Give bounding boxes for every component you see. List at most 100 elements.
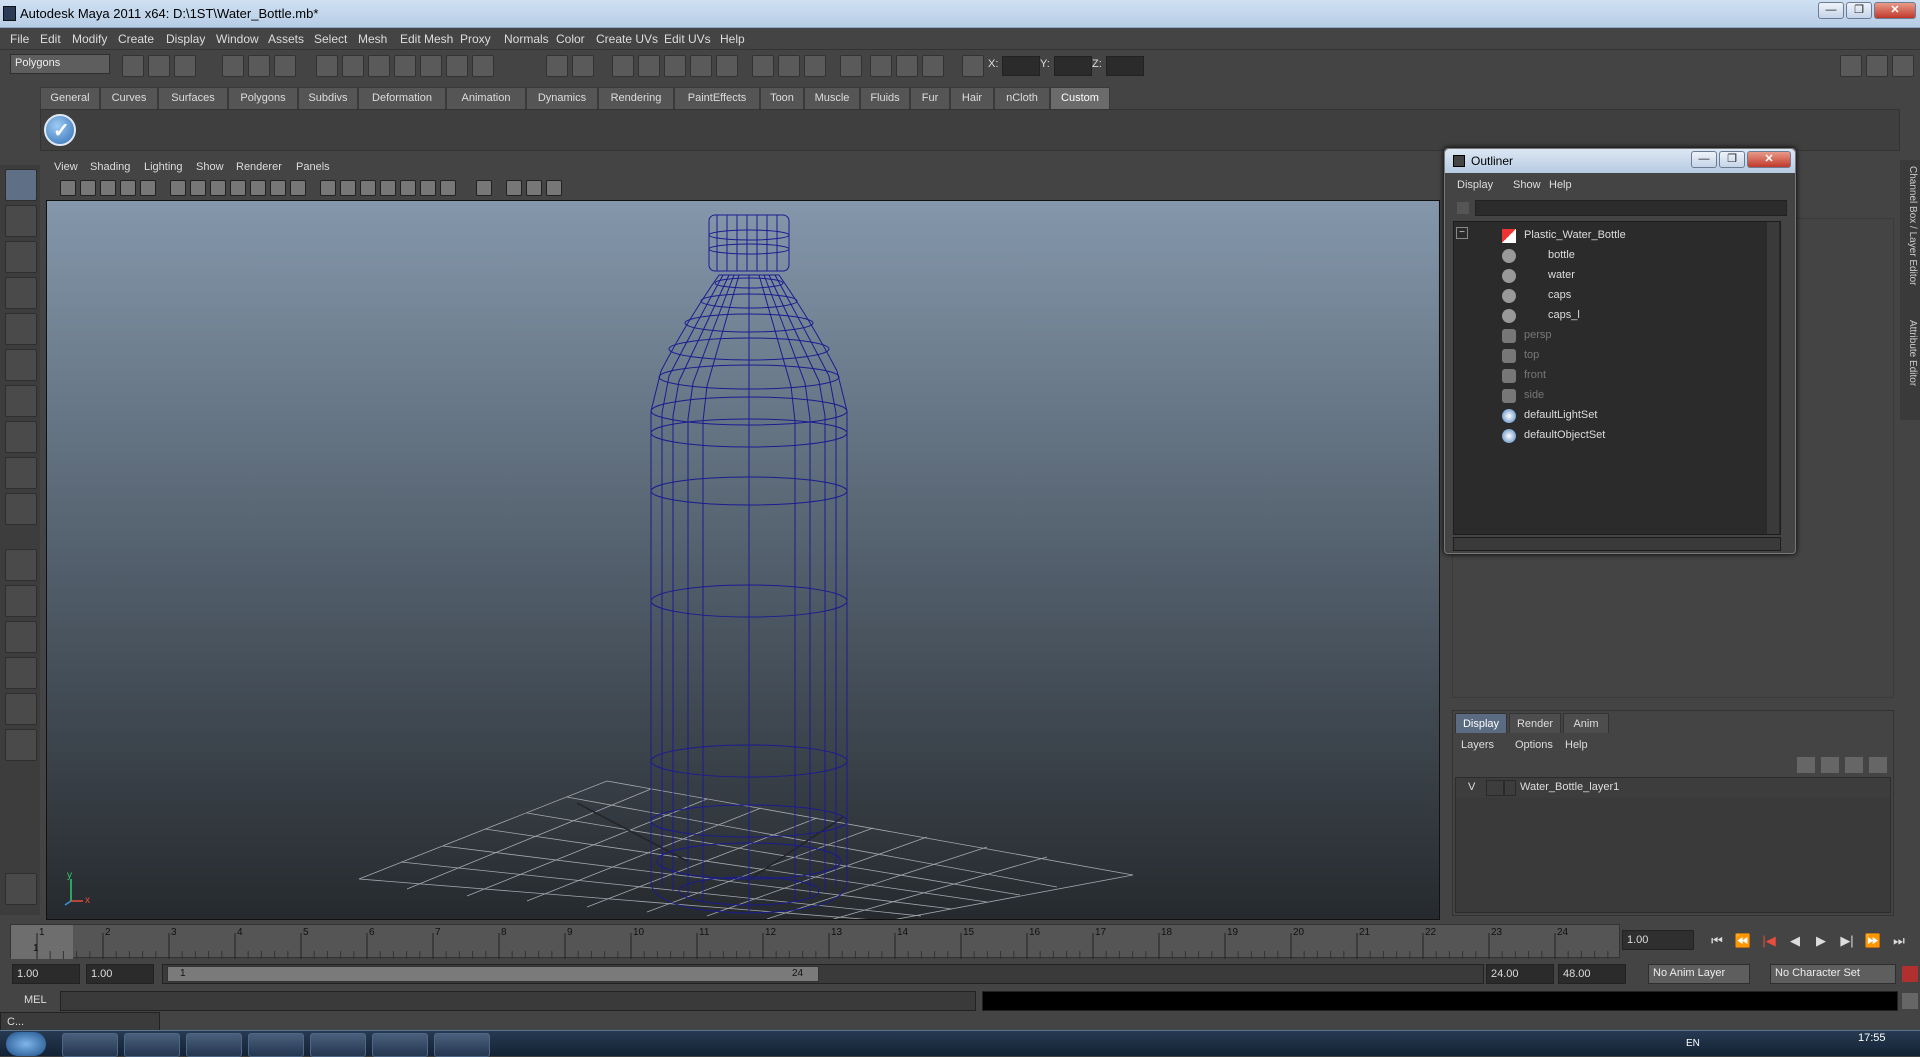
outliner-item[interactable]: side: [1454, 386, 1764, 406]
layer-menu-options[interactable]: Options: [1515, 739, 1553, 751]
resolution-gate-icon[interactable]: [210, 180, 226, 196]
select-tool-icon[interactable]: [5, 169, 37, 201]
shelf-tab-ncloth[interactable]: nCloth: [994, 87, 1050, 109]
shadows-icon[interactable]: [420, 180, 436, 196]
rotate-tool-icon[interactable]: [5, 313, 37, 345]
outliner-menu-show[interactable]: Show: [1513, 179, 1541, 191]
taskbar-lang[interactable]: EN: [1686, 1038, 1700, 1049]
camera-select-icon[interactable]: [60, 180, 76, 196]
layer-up-icon[interactable]: [1797, 757, 1815, 773]
menu-mesh[interactable]: Mesh: [358, 32, 387, 46]
shelf-tab-general[interactable]: General: [40, 87, 100, 109]
menu-help[interactable]: Help: [720, 32, 745, 46]
safe-action-icon[interactable]: [270, 180, 286, 196]
render-icon[interactable]: [612, 55, 634, 77]
outliner-item[interactable]: persp: [1454, 326, 1764, 346]
use-all-lights-icon[interactable]: [400, 180, 416, 196]
step-back-frame-icon[interactable]: |◀: [1760, 932, 1778, 950]
shelf-tab-fur[interactable]: Fur: [910, 87, 950, 109]
taskbar-explorer-icon[interactable]: [310, 1033, 366, 1057]
outliner-filter-field[interactable]: [1475, 200, 1787, 216]
perspective-viewport[interactable]: y x: [46, 200, 1440, 920]
single-perspective-layout-icon[interactable]: [5, 549, 37, 581]
shelf-tab-hair[interactable]: Hair: [950, 87, 994, 109]
menu-modify[interactable]: Modify: [72, 32, 107, 46]
outliner-item[interactable]: − Plastic_Water_Bottle: [1454, 226, 1764, 246]
outliner-item[interactable]: front: [1454, 366, 1764, 386]
snapshot-icon[interactable]: [840, 55, 862, 77]
menu-assets[interactable]: Assets: [268, 32, 304, 46]
backface-icon[interactable]: [546, 180, 562, 196]
menu-edit-mesh[interactable]: Edit Mesh: [400, 32, 453, 46]
shelf-tab-rendering[interactable]: Rendering: [598, 87, 674, 109]
layer-tab-display[interactable]: Display: [1455, 713, 1507, 733]
close-button[interactable]: ✕: [1874, 2, 1916, 19]
range-end-field[interactable]: 24.00: [1486, 964, 1554, 984]
step-forward-key-icon[interactable]: ⏩: [1864, 932, 1882, 950]
shelf-tab-dynamics[interactable]: Dynamics: [526, 87, 598, 109]
lasso-tool-icon[interactable]: [5, 205, 37, 237]
range-start-field[interactable]: 1.00: [86, 964, 154, 984]
panel-menu-panels[interactable]: Panels: [296, 161, 330, 173]
outliner-item[interactable]: caps: [1454, 286, 1764, 306]
scene-end-field[interactable]: 48.00: [1558, 964, 1626, 984]
xray-icon[interactable]: [506, 180, 522, 196]
render-view-icon[interactable]: [716, 55, 738, 77]
collapse-toggle[interactable]: −: [1456, 227, 1468, 239]
z-field[interactable]: [1106, 56, 1144, 76]
outliner-hscrollbar[interactable]: [1453, 537, 1781, 551]
minimize-button[interactable]: —: [1818, 2, 1844, 19]
lock-icon[interactable]: [546, 55, 568, 77]
new-layer-selected-icon[interactable]: [1869, 757, 1887, 773]
outliner-item[interactable]: defaultObjectSet: [1454, 426, 1764, 446]
start-button[interactable]: [6, 1032, 46, 1056]
character-set-dropdown[interactable]: No Character Set: [1770, 964, 1896, 984]
snap-live-icon[interactable]: [420, 55, 442, 77]
hypershade-layout-icon[interactable]: [5, 693, 37, 725]
menu-file[interactable]: File: [10, 32, 29, 46]
snap-grid-icon[interactable]: [316, 55, 338, 77]
outliner-item[interactable]: bottle: [1454, 246, 1764, 266]
side-tab-channel-box[interactable]: Channel Box / Layer Editor: [1902, 166, 1918, 316]
toggle-tool-settings-icon[interactable]: [1892, 55, 1914, 77]
menu-select[interactable]: Select: [314, 32, 347, 46]
render-settings-icon[interactable]: [664, 55, 686, 77]
layer-template-toggle[interactable]: [1486, 780, 1504, 796]
outliner-item[interactable]: water: [1454, 266, 1764, 286]
layer-tab-anim[interactable]: Anim: [1563, 713, 1609, 733]
menu-edit[interactable]: Edit: [40, 32, 61, 46]
panel-menu-shading[interactable]: Shading: [90, 161, 130, 173]
filter-icon[interactable]: [1457, 202, 1469, 214]
scale-tool-icon[interactable]: [5, 349, 37, 381]
select-hierarchy-icon[interactable]: [222, 55, 244, 77]
bookmark-icon[interactable]: [100, 180, 116, 196]
paint-select-tool-icon[interactable]: [5, 241, 37, 273]
taskbar-photoshop-icon[interactable]: [248, 1033, 304, 1057]
scene-start-field[interactable]: 1.00: [12, 964, 80, 984]
outliner-item[interactable]: top: [1454, 346, 1764, 366]
film-gate-icon[interactable]: [190, 180, 206, 196]
step-forward-frame-icon[interactable]: ▶|: [1838, 932, 1856, 950]
range-slider-track[interactable]: 1 24: [162, 964, 1484, 984]
toggle-attribute-icon[interactable]: [1866, 55, 1888, 77]
y-field[interactable]: [1054, 56, 1092, 76]
ipr-render-icon[interactable]: [638, 55, 660, 77]
taskbar-maya-icon[interactable]: [372, 1033, 428, 1057]
taskbar-app-icon[interactable]: [124, 1033, 180, 1057]
script-editor-icon[interactable]: [1902, 993, 1918, 1009]
menu-create-uvs[interactable]: Create UVs: [596, 32, 658, 46]
snap-curve-icon[interactable]: [342, 55, 364, 77]
camera-attr-icon[interactable]: [80, 180, 96, 196]
play-backwards-icon[interactable]: ◀: [1786, 932, 1804, 950]
side-tab-attribute-editor[interactable]: Attribute Editor: [1902, 320, 1918, 416]
show-manipulator-icon[interactable]: [5, 457, 37, 489]
panel-menu-show[interactable]: Show: [196, 161, 224, 173]
animation-prefs-icon[interactable]: [1902, 966, 1918, 982]
save-scene-icon[interactable]: [174, 55, 196, 77]
taskbar-app2-icon[interactable]: [434, 1033, 490, 1057]
select-component-icon[interactable]: [274, 55, 296, 77]
universal-manipulator-icon[interactable]: [5, 385, 37, 417]
shelf-tab-painteffects[interactable]: PaintEffects: [674, 87, 760, 109]
show-attr-editor-icon[interactable]: [804, 55, 826, 77]
shelf-tab-curves[interactable]: Curves: [100, 87, 158, 109]
